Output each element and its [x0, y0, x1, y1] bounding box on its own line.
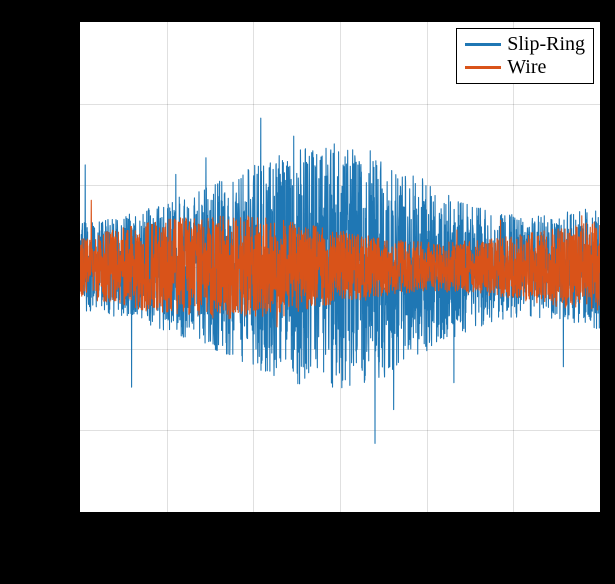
legend-label-slip-ring: Slip-Ring: [507, 33, 585, 56]
y-tick--0.01: -0.01: [0, 417, 78, 440]
y-tick-0.015: 0.015: [0, 9, 78, 32]
y-tick--0.015: -0.015: [0, 499, 78, 522]
y-axis-label: Torque Error [Nm]: [0, 181, 21, 348]
x-axis-label: Time [s]: [78, 545, 598, 571]
y-tick-0.01: 0.01: [0, 90, 78, 113]
legend-swatch-wire: [465, 66, 501, 69]
x-tick-50: 50: [501, 515, 521, 538]
x-tick-40: 40: [415, 515, 435, 538]
legend: Slip-Ring Wire: [456, 28, 594, 84]
legend-swatch-slip-ring: [465, 43, 501, 46]
legend-label-wire: Wire: [507, 56, 546, 79]
x-tick-10: 10: [155, 515, 175, 538]
series-wire: [80, 22, 600, 512]
x-tick-30: 30: [328, 515, 348, 538]
x-tick-60: 60: [588, 515, 608, 538]
x-tick-20: 20: [241, 515, 261, 538]
legend-entry-slip-ring: Slip-Ring: [465, 33, 585, 56]
legend-entry-wire: Wire: [465, 56, 585, 79]
chart-plot-area: Slip-Ring Wire: [78, 20, 602, 514]
